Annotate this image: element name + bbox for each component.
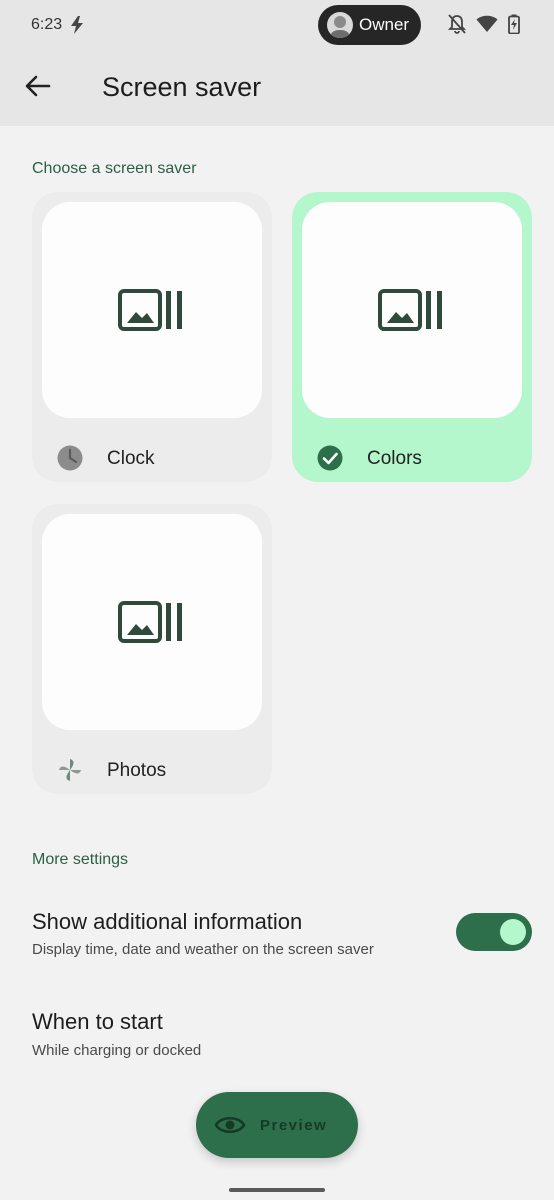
navigation-handle[interactable] bbox=[229, 1188, 325, 1192]
eye-icon bbox=[214, 1116, 246, 1134]
card-label-photos: Photos bbox=[107, 760, 167, 781]
status-time: 6:23 bbox=[31, 16, 63, 33]
choose-section-header: Choose a screen saver bbox=[32, 160, 197, 177]
pinwheel-icon bbox=[59, 759, 81, 781]
image-placeholder-icon bbox=[118, 601, 182, 643]
card-preview bbox=[302, 202, 522, 418]
toggle-knob bbox=[500, 919, 526, 945]
more-settings-header: More settings bbox=[32, 851, 129, 868]
screensaver-card-photos[interactable]: Photos bbox=[32, 504, 272, 794]
card-label-colors: Colors bbox=[367, 448, 422, 469]
avatar bbox=[327, 12, 353, 38]
back-button[interactable] bbox=[20, 68, 56, 104]
check-circle-icon bbox=[317, 445, 343, 471]
app-bar: Screen saver bbox=[0, 50, 554, 126]
screensaver-card-clock[interactable]: Clock bbox=[32, 192, 272, 482]
owner-label: Owner bbox=[359, 15, 410, 34]
arrow-left-icon bbox=[25, 75, 51, 97]
notifications-off-icon bbox=[448, 14, 466, 34]
battery-charging-icon bbox=[508, 14, 520, 34]
show-additional-info-title: Show additional information bbox=[32, 909, 303, 934]
show-additional-info-subtitle: Display time, date and weather on the sc… bbox=[32, 941, 374, 958]
image-placeholder-icon bbox=[378, 289, 442, 331]
when-to-start-title: When to start bbox=[32, 1009, 163, 1034]
when-to-start-subtitle: While charging or docked bbox=[32, 1042, 202, 1059]
preview-button[interactable]: Preview bbox=[196, 1092, 358, 1158]
card-preview bbox=[42, 202, 262, 418]
when-to-start-row[interactable]: When to start While charging or docked bbox=[0, 1000, 554, 1070]
owner-chip[interactable]: Owner bbox=[318, 5, 421, 45]
charging-bolt-icon bbox=[71, 16, 83, 34]
wifi-icon bbox=[476, 15, 498, 32]
preview-label: Preview bbox=[260, 1116, 328, 1134]
status-bar: 6:23 Owner bbox=[0, 0, 554, 50]
clock-icon bbox=[57, 445, 83, 471]
page-title: Screen saver bbox=[102, 72, 262, 102]
card-preview bbox=[42, 514, 262, 730]
status-icons bbox=[448, 14, 520, 34]
card-label-clock: Clock bbox=[107, 448, 155, 469]
screensaver-card-colors[interactable]: Colors bbox=[292, 192, 532, 482]
image-placeholder-icon bbox=[118, 289, 182, 331]
show-additional-info-toggle[interactable] bbox=[456, 913, 532, 951]
